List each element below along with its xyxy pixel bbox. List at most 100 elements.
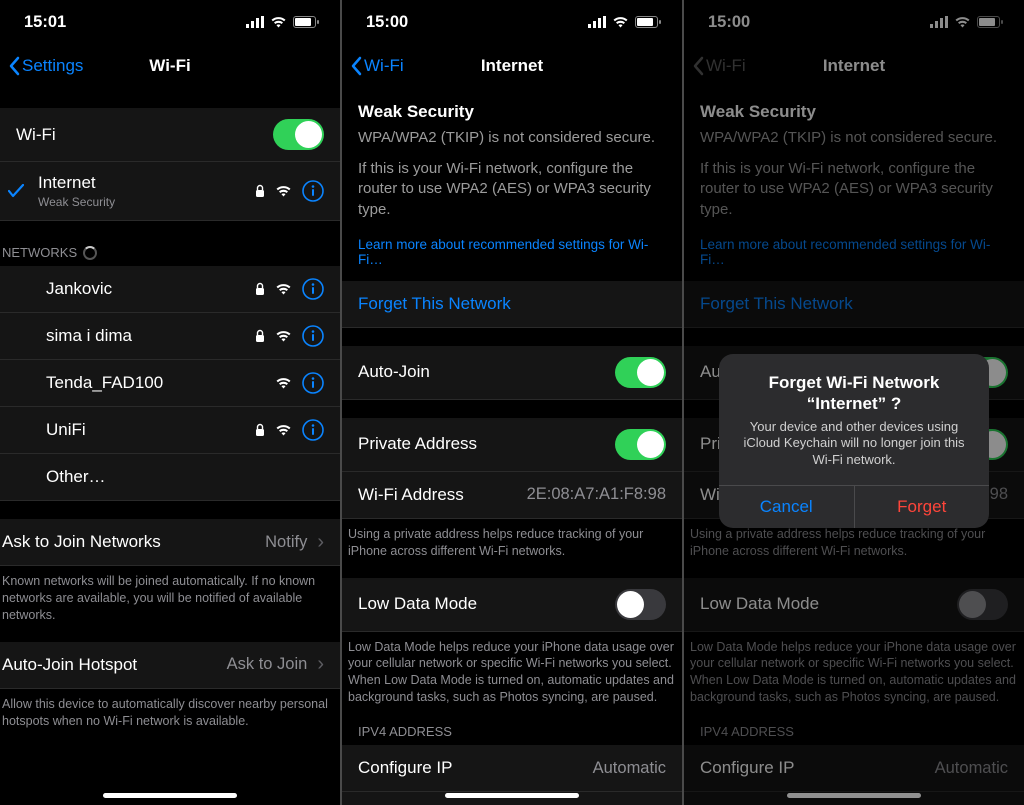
status-indicators (246, 16, 320, 28)
connected-network-sub: Weak Security (38, 195, 115, 209)
nav-bar: Wi-Fi Internet (342, 44, 682, 88)
chevron-right-icon: › (317, 531, 324, 554)
forget-alert: Forget Wi-Fi Network “Internet” ? Your d… (719, 354, 989, 528)
wifi-icon (275, 330, 292, 342)
back-button: Wi-Fi (692, 56, 746, 76)
status-time: 15:00 (708, 13, 750, 32)
home-indicator[interactable] (787, 793, 921, 798)
weak-security-line2: If this is your Wi-Fi network, configure… (684, 159, 1024, 231)
content: Weak Security WPA/WPA2 (TKIP) is not con… (342, 88, 682, 805)
checkmark-icon (8, 184, 38, 198)
auto-join-hotspot-value: Ask to Join (227, 655, 308, 674)
low-data-row[interactable]: Low Data Mode (342, 578, 682, 632)
low-data-footer: Low Data Mode helps reduce your iPhone d… (342, 632, 682, 707)
wifi-status-icon (612, 16, 629, 28)
nav-bar: Settings Wi-Fi (0, 44, 340, 88)
low-data-toggle (957, 589, 1008, 620)
cellular-icon (930, 16, 948, 28)
forget-network-row: Forget This Network (684, 281, 1024, 328)
back-button[interactable]: Wi-Fi (350, 56, 404, 76)
network-row[interactable]: Other… (0, 454, 340, 501)
chevron-left-icon (8, 56, 20, 76)
wifi-status-icon (954, 16, 971, 28)
network-name: Jankovic (46, 279, 112, 299)
weak-security-line2: If this is your Wi-Fi network, configure… (342, 159, 682, 231)
ask-to-join-label: Ask to Join Networks (2, 532, 161, 552)
info-icon[interactable] (302, 180, 324, 202)
alert-cancel-button[interactable]: Cancel (719, 486, 855, 528)
status-indicators (930, 16, 1004, 28)
forget-network-row[interactable]: Forget This Network (342, 281, 682, 328)
weak-security-title: Weak Security (684, 88, 1024, 128)
battery-icon (977, 16, 1004, 28)
status-bar: 15:00 (342, 0, 682, 44)
ask-to-join-row[interactable]: Ask to Join Networks Notify › (0, 519, 340, 566)
back-label: Wi-Fi (706, 56, 746, 76)
info-icon[interactable] (302, 372, 324, 394)
wifi-status-icon (270, 16, 287, 28)
home-indicator[interactable] (445, 793, 579, 798)
nav-bar: Wi-Fi Internet (684, 44, 1024, 88)
back-label: Wi-Fi (364, 56, 404, 76)
status-indicators (588, 16, 662, 28)
auto-join-row[interactable]: Auto-Join (342, 346, 682, 400)
wifi-address-value: 2E:08:A7:A1:F8:98 (527, 485, 666, 504)
ipv4-header: IPV4 ADDRESS (342, 718, 682, 745)
auto-join-hotspot-row[interactable]: Auto-Join Hotspot Ask to Join› (0, 642, 340, 689)
wifi-toggle-row[interactable]: Wi-Fi (0, 108, 340, 162)
network-details-screen: 15:00 Wi-Fi Internet Weak Security WPA/W… (342, 0, 682, 805)
ask-to-join-value: Notify (265, 533, 307, 552)
weak-security-title: Weak Security (342, 88, 682, 128)
networks-header: NETWORKS (0, 239, 340, 266)
chevron-left-icon (350, 56, 362, 76)
network-name: Tenda_FAD100 (46, 373, 163, 393)
home-indicator[interactable] (103, 793, 237, 798)
wifi-icon (275, 283, 292, 295)
network-name: UniFi (46, 420, 86, 440)
connected-network-row[interactable]: Internet Weak Security (0, 162, 340, 221)
cellular-icon (246, 16, 264, 28)
low-data-label: Low Data Mode (358, 594, 477, 614)
weak-security-line1: WPA/WPA2 (TKIP) is not considered secure… (684, 128, 1024, 159)
network-row[interactable]: UniFi (0, 407, 340, 454)
network-row[interactable]: Tenda_FAD100 (0, 360, 340, 407)
alert-message: Your device and other devices using iClo… (735, 419, 973, 470)
learn-more-link[interactable]: Learn more about recommended settings fo… (342, 231, 682, 277)
nav-title: Internet (481, 56, 543, 76)
learn-more-link: Learn more about recommended settings fo… (684, 231, 1024, 277)
connected-network-name: Internet (38, 173, 115, 193)
nav-title: Internet (823, 56, 885, 76)
chevron-left-icon (692, 56, 704, 76)
alert-forget-button[interactable]: Forget (855, 486, 990, 528)
wifi-address-row: Wi-Fi Address 2E:08:A7:A1:F8:98 (342, 472, 682, 519)
low-data-toggle[interactable] (615, 589, 666, 620)
weak-security-line1: WPA/WPA2 (TKIP) is not considered secure… (342, 128, 682, 159)
lock-icon (255, 184, 265, 198)
info-icon[interactable] (302, 278, 324, 300)
configure-ip-value: Automatic (593, 759, 666, 778)
auto-join-toggle[interactable] (615, 357, 666, 388)
forget-confirm-screen: 15:00 Wi-Fi Internet Weak Security WPA/W… (684, 0, 1024, 805)
wifi-toggle[interactable] (273, 119, 324, 150)
status-time: 15:00 (366, 13, 408, 32)
lock-icon (255, 282, 265, 296)
status-bar: 15:01 (0, 0, 340, 44)
network-row[interactable]: Jankovic (0, 266, 340, 313)
private-address-toggle[interactable] (615, 429, 666, 460)
private-address-row[interactable]: Private Address (342, 418, 682, 472)
info-icon[interactable] (302, 419, 324, 441)
network-row[interactable]: sima i dima (0, 313, 340, 360)
private-address-footer: Using a private address helps reduce tra… (342, 519, 682, 560)
private-address-label: Private Address (358, 434, 477, 454)
info-icon[interactable] (302, 325, 324, 347)
configure-ip-row[interactable]: Configure IP Automatic (342, 745, 682, 792)
wifi-address-label: Wi-Fi Address (358, 485, 464, 505)
lock-icon (255, 329, 265, 343)
chevron-right-icon: › (317, 653, 324, 676)
alert-title: Forget Wi-Fi Network “Internet” ? (735, 372, 973, 415)
wifi-icon (275, 185, 292, 197)
network-name: Other… (46, 467, 106, 487)
back-button[interactable]: Settings (8, 56, 83, 76)
wifi-settings-screen: 15:01 Settings Wi-Fi Wi-Fi (0, 0, 340, 805)
auto-join-label: Auto-Join (358, 362, 430, 382)
